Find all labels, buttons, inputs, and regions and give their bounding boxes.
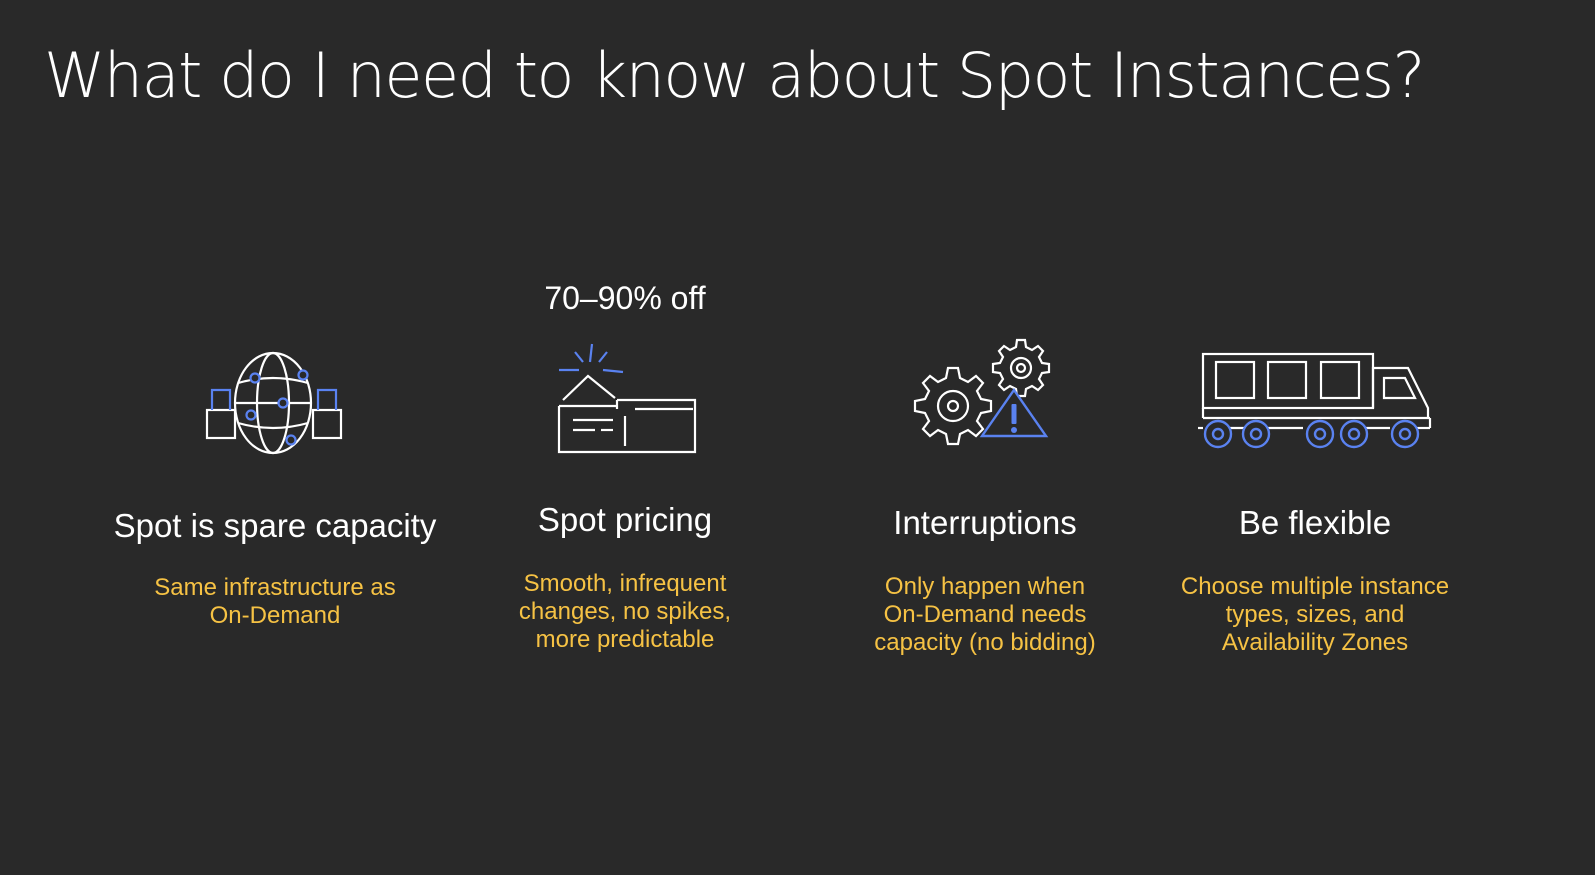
gears-warning-icon (910, 338, 1060, 463)
heading-spot-pricing: Spot pricing (537, 501, 713, 538)
description-spot-pricing: Smooth, infrequent changes, no spikes, m… (518, 570, 732, 653)
description-spare-capacity: Same infrastructure as On-Demand (154, 574, 396, 629)
globe-with-locks-icon (205, 348, 345, 458)
discount-badge: 70–90% off (544, 280, 706, 316)
heading-spare-capacity: Spot is spare capacity (113, 507, 437, 544)
description-interruptions: Only happen when On-Demand needs capacit… (874, 573, 1096, 656)
truck-icon (1198, 350, 1448, 460)
slide-title: What do I need to know about Spot Instan… (44, 39, 1425, 112)
heading-be-flexible: Be flexible (1238, 504, 1392, 541)
heading-interruptions: Interruptions (893, 504, 1077, 541)
price-tag-icon (555, 340, 705, 460)
description-be-flexible: Choose multiple instance types, sizes, a… (1180, 573, 1450, 656)
